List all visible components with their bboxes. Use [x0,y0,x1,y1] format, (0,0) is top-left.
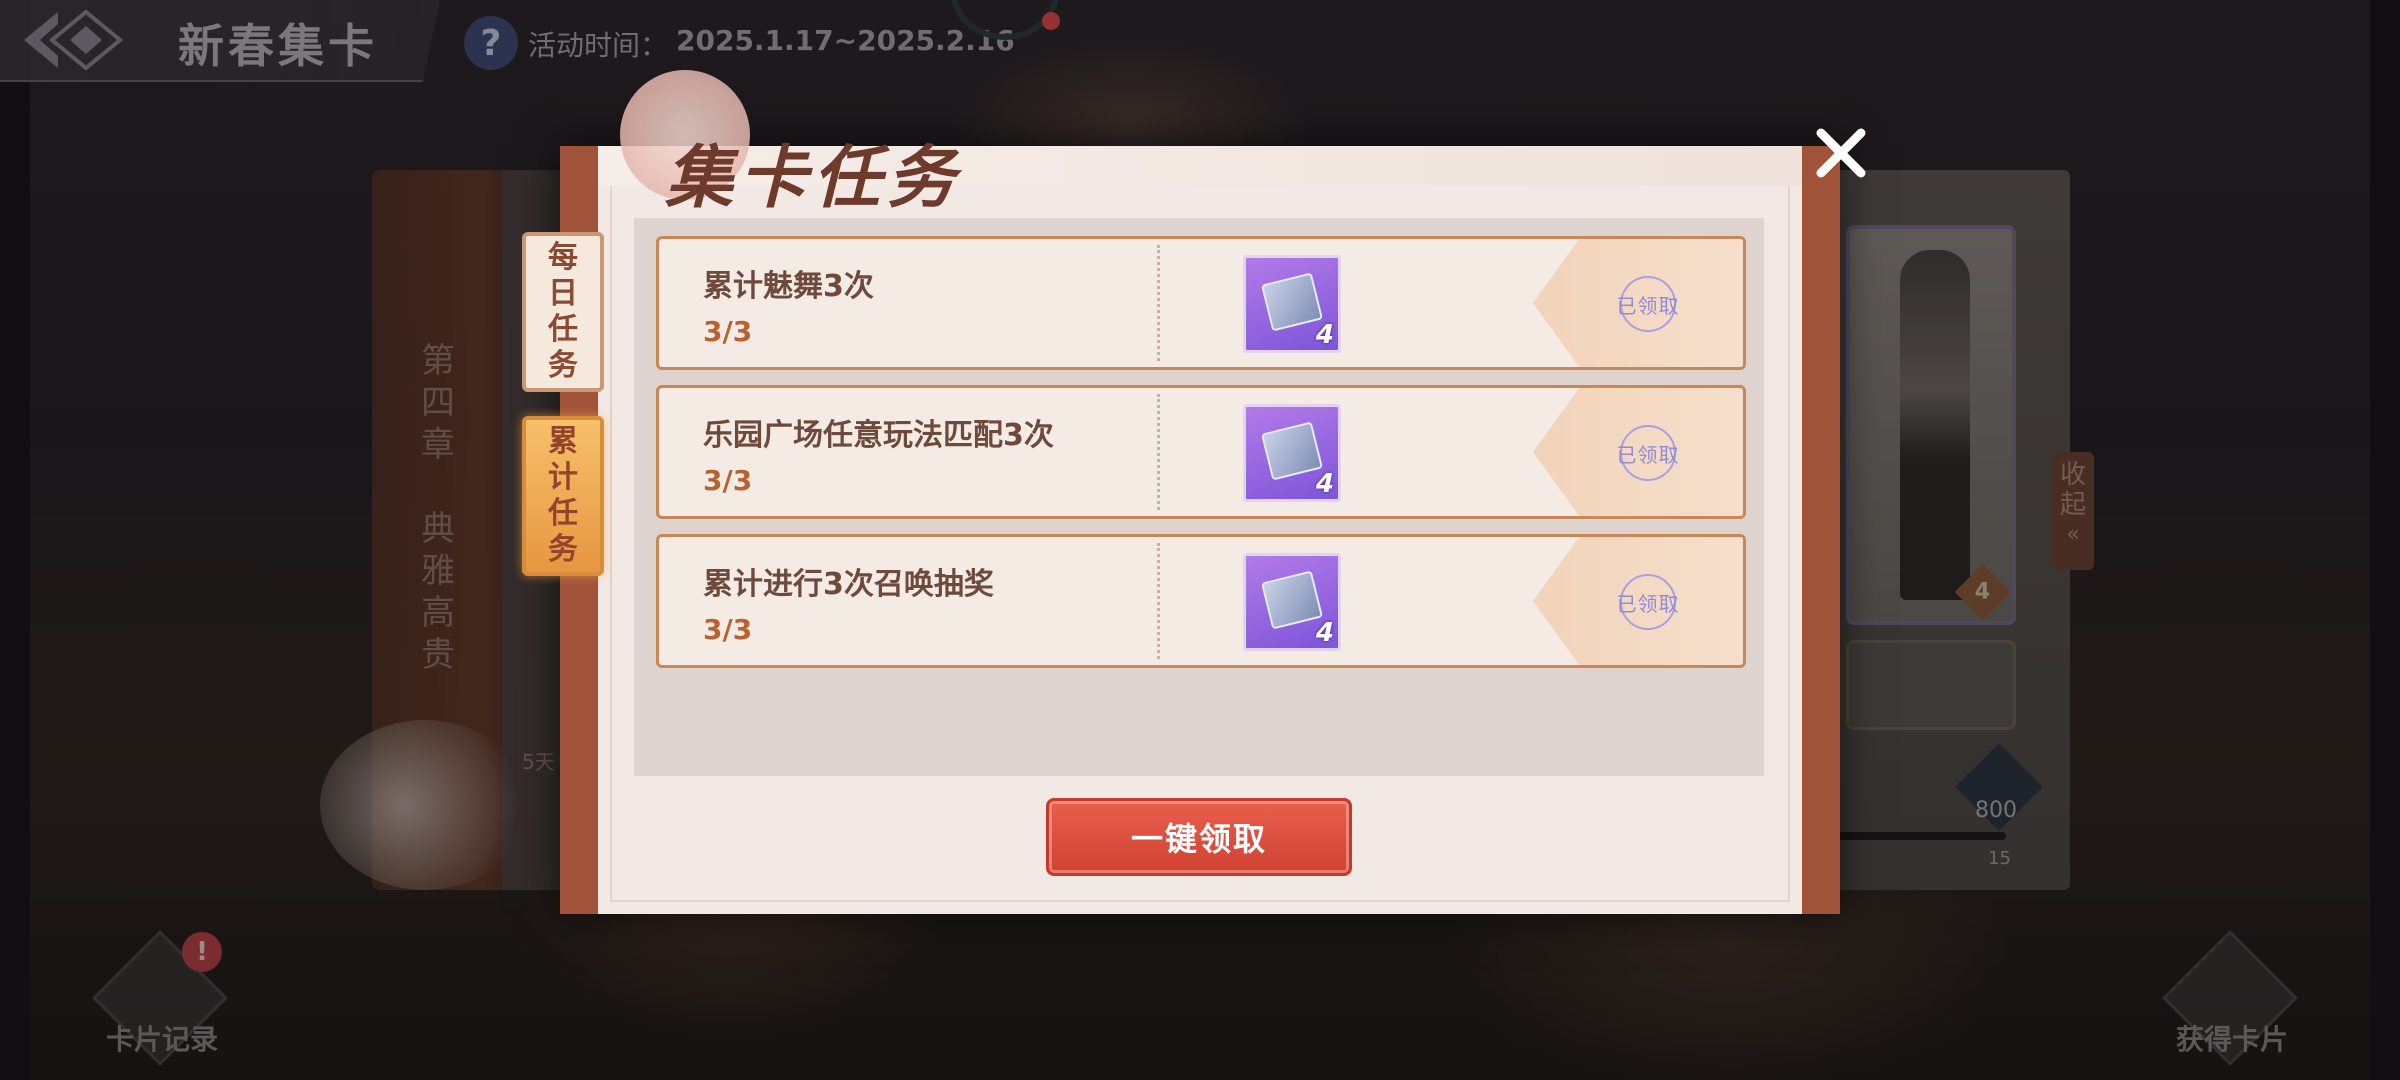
tab-daily-tasks[interactable]: 每日任务 [522,232,604,392]
reward-item[interactable]: 4 [1243,404,1341,502]
task-name: 乐园广场任意玩法匹配3次 [703,418,1054,453]
modal-title: 集卡任务 [665,138,962,218]
claimed-stamp: 已领取 [1617,425,1679,481]
reward-quantity: 4 [1315,469,1334,499]
reward-quantity: 4 [1315,320,1334,350]
close-icon [1816,128,1866,178]
claim-all-button[interactable]: 一键领取 [1046,798,1352,876]
row-divider [1157,543,1160,659]
card-pack-icon [1260,421,1324,481]
tab-cumulative-tasks[interactable]: 累计任务 [522,416,604,576]
card-pack-icon [1260,272,1324,332]
reward-item[interactable]: 4 [1243,553,1341,651]
task-name: 累计魅舞3次 [703,269,874,304]
reward-item[interactable]: 4 [1243,255,1341,353]
task-name: 累计进行3次召唤抽奖 [703,567,994,602]
task-progress: 3/3 [703,315,753,348]
task-row: 乐园广场任意玩法匹配3次 3/3 4 [656,385,1746,519]
row-divider [1157,394,1160,510]
task-progress: 3/3 [703,464,753,497]
row-divider [1157,245,1160,361]
card-pack-icon [1260,570,1324,630]
claimed-stamp: 已领取 [1617,574,1679,630]
claimed-stamp: 已领取 [1617,276,1679,332]
reward-quantity: 4 [1315,618,1334,648]
task-row: 累计进行3次召唤抽奖 3/3 4 [656,534,1746,668]
task-progress: 3/3 [703,613,753,646]
close-button[interactable] [1806,118,1876,188]
task-row: 累计魅舞3次 3/3 4 [656,236,1746,370]
